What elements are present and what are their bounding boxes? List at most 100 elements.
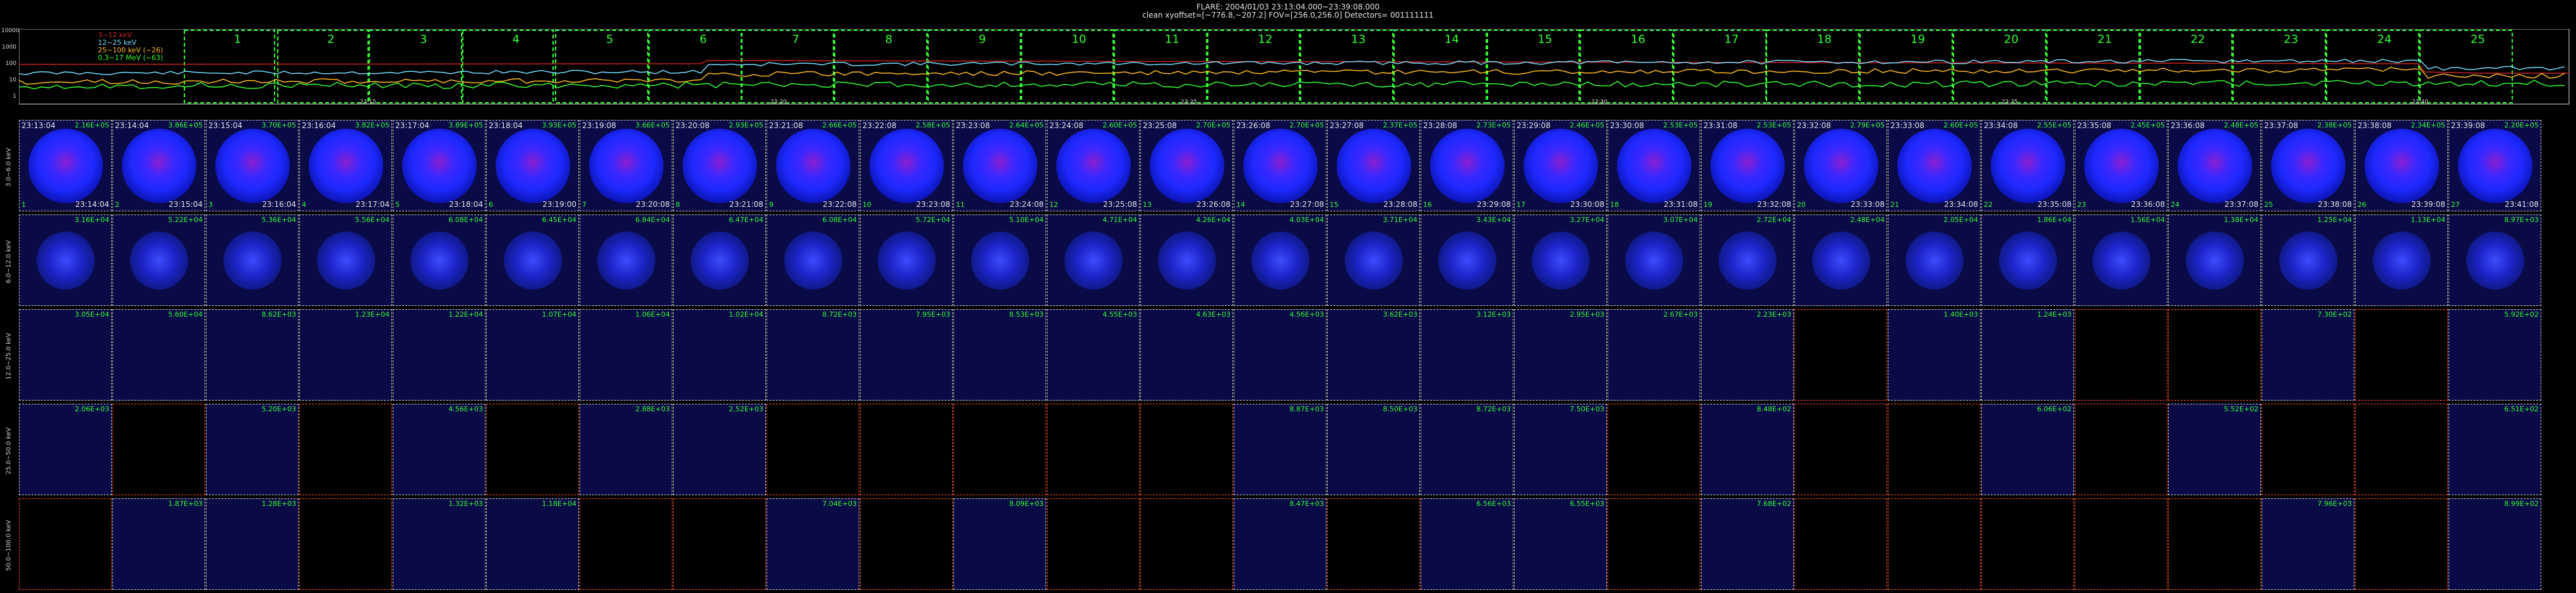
image-cell[interactable]: 8.53E+03	[953, 309, 1046, 401]
image-cell[interactable]: 7.96E+03	[2262, 498, 2354, 590]
image-cell[interactable]: 6.51E+02	[2448, 404, 2541, 495]
image-cell[interactable]: 8.50E+03	[1327, 404, 1420, 495]
image-cell[interactable]	[1981, 498, 2074, 590]
image-cell[interactable]: 23:32:08 23:33:08 20 2.79E+05	[1794, 120, 1887, 211]
image-cell[interactable]: 5.60E+04	[112, 309, 205, 401]
image-cell[interactable]: 8.48E+02	[1701, 404, 1794, 495]
image-cell[interactable]	[1888, 404, 1981, 495]
image-cell[interactable]: 5.92E+02	[2448, 309, 2541, 401]
image-cell[interactable]: 1.86E+04	[1981, 214, 2074, 306]
image-cell[interactable]: 23:38:08 23:39:08 26 2.34E+05	[2355, 120, 2448, 211]
image-cell[interactable]: 1.18E+04	[486, 498, 579, 590]
image-cell[interactable]: 1.32E+03	[393, 498, 486, 590]
image-cell[interactable]: 23:28:08 23:29:08 16 2.73E+05	[1421, 120, 1513, 211]
image-cell[interactable]: 23:22:08 23:23:08 10 2.58E+05	[860, 120, 953, 211]
image-cell[interactable]: 2.95E+03	[1514, 309, 1607, 401]
image-cell[interactable]: 23:26:08 23:27:08 14 2.70E+05	[1234, 120, 1327, 211]
image-cell[interactable]: 1.02E+04	[673, 309, 766, 401]
image-cell[interactable]	[1607, 404, 1700, 495]
image-cell[interactable]: 4.03E+04	[1234, 214, 1327, 306]
image-cell[interactable]: 5.52E+02	[2168, 404, 2261, 495]
image-cell[interactable]: 1.87E+03	[112, 498, 205, 590]
image-cell[interactable]	[2355, 404, 2448, 495]
image-cell[interactable]: 2.48E+04	[1794, 214, 1887, 306]
image-cell[interactable]: 1.13E+04	[2355, 214, 2448, 306]
image-cell[interactable]: 5.72E+04	[860, 214, 953, 306]
image-cell[interactable]: 5.10E+04	[953, 214, 1046, 306]
image-cell[interactable]: 2.67E+03	[1607, 309, 1700, 401]
image-cell[interactable]	[2168, 498, 2261, 590]
image-cell[interactable]: 6.47E+04	[673, 214, 766, 306]
image-cell[interactable]	[673, 498, 766, 590]
image-cell[interactable]: 23:37:08 23:38:08 25 2.38E+05	[2262, 120, 2354, 211]
image-cell[interactable]: 4.55E+03	[1047, 309, 1140, 401]
image-cell[interactable]	[2075, 498, 2168, 590]
image-cell[interactable]: 7.30E+02	[2262, 309, 2354, 401]
image-cell[interactable]: 6.84E+04	[580, 214, 672, 306]
image-cell[interactable]: 23:27:08 23:28:08 15 2.37E+05	[1327, 120, 1420, 211]
image-cell[interactable]: 6.56E+03	[1421, 498, 1513, 590]
image-cell[interactable]: 8.47E+03	[1234, 498, 1327, 590]
image-cell[interactable]: 23:17:04 23:18:04 5 3.89E+05	[393, 120, 486, 211]
image-cell[interactable]: 1.22E+04	[393, 309, 486, 401]
image-cell[interactable]: 23:33:08 23:34:08 21 2.60E+05	[1888, 120, 1981, 211]
image-cell[interactable]: 23:20:08 23:21:08 8 2.93E+05	[673, 120, 766, 211]
image-cell[interactable]: 4.56E+03	[1234, 309, 1327, 401]
image-cell[interactable]	[299, 498, 392, 590]
image-cell[interactable]	[1888, 498, 1981, 590]
image-cell[interactable]: 2.05E+04	[1888, 214, 1981, 306]
image-cell[interactable]	[299, 404, 392, 495]
image-cell[interactable]: 4.56E+03	[393, 404, 486, 495]
image-cell[interactable]: 5.20E+03	[206, 404, 299, 495]
image-cell[interactable]: 23:39:08 23:41:08 27 2.20E+05	[2448, 120, 2541, 211]
image-cell[interactable]: 5.36E+04	[206, 214, 299, 306]
image-cell[interactable]	[1794, 404, 1887, 495]
image-cell[interactable]: 23:34:08 23:35:08 22 2.55E+05	[1981, 120, 2074, 211]
image-cell[interactable]: 1.23E+04	[299, 309, 392, 401]
image-cell[interactable]: 23:36:08 23:37:08 24 2.48E+05	[2168, 120, 2261, 211]
image-cell[interactable]: 2.72E+04	[1701, 214, 1794, 306]
image-cell[interactable]	[1140, 404, 1233, 495]
image-cell[interactable]: 4.71E+04	[1047, 214, 1140, 306]
image-cell[interactable]: 8.62E+03	[206, 309, 299, 401]
image-cell[interactable]	[1794, 309, 1887, 401]
image-cell[interactable]: 7.50E+03	[1514, 404, 1607, 495]
image-cell[interactable]: 6.45E+04	[486, 214, 579, 306]
image-cell[interactable]: 7.04E+03	[766, 498, 859, 590]
image-cell[interactable]: 1.56E+04	[2075, 214, 2168, 306]
image-cell[interactable]: 1.38E+04	[2168, 214, 2261, 306]
image-cell[interactable]: 8.99E+02	[2448, 498, 2541, 590]
image-cell[interactable]: 5.22E+04	[112, 214, 205, 306]
image-cell[interactable]: 23:14:04 23:15:04 2 3.86E+05	[112, 120, 205, 211]
image-cell[interactable]: 4.26E+04	[1140, 214, 1233, 306]
image-cell[interactable]	[2355, 498, 2448, 590]
image-cell[interactable]: 1.40E+03	[1888, 309, 1981, 401]
image-cell[interactable]: 7.95E+03	[860, 309, 953, 401]
image-cell[interactable]: 23:29:08 23:30:08 17 2.46E+05	[1514, 120, 1607, 211]
image-cell[interactable]: 6.06E+02	[1981, 404, 2074, 495]
image-cell[interactable]: 23:18:04 23:19:00 6 3.93E+05	[486, 120, 579, 211]
image-cell[interactable]: 8.87E+03	[1234, 404, 1327, 495]
image-cell[interactable]	[1047, 404, 1140, 495]
image-cell[interactable]	[1047, 498, 1140, 590]
image-cell[interactable]: 6.55E+03	[1514, 498, 1607, 590]
image-cell[interactable]: 23:23:08 23:24:08 11 2.64E+05	[953, 120, 1046, 211]
image-cell[interactable]: 23:16:04 23:17:04 4 3.82E+05	[299, 120, 392, 211]
image-cell[interactable]: 23:30:08 23:31:08 18 2.53E+05	[1607, 120, 1700, 211]
image-cell[interactable]: 3.05E+04	[19, 309, 112, 401]
image-cell[interactable]: 3.27E+04	[1514, 214, 1607, 306]
image-cell[interactable]: 1.06E+04	[580, 309, 672, 401]
image-cell[interactable]: 23:25:08 23:26:08 13 2.70E+05	[1140, 120, 1233, 211]
image-cell[interactable]: 3.16E+04	[19, 214, 112, 306]
image-cell[interactable]	[486, 404, 579, 495]
image-cell[interactable]	[1140, 498, 1233, 590]
image-cell[interactable]: 4.63E+03	[1140, 309, 1233, 401]
image-cell[interactable]	[1794, 498, 1887, 590]
image-cell[interactable]	[2075, 309, 2168, 401]
image-cell[interactable]	[112, 404, 205, 495]
image-cell[interactable]: 23:19:08 23:20:08 7 3.66E+05	[580, 120, 672, 211]
image-cell[interactable]	[953, 404, 1046, 495]
image-cell[interactable]: 8.97E+03	[2448, 214, 2541, 306]
image-cell[interactable]: 2.52E+03	[673, 404, 766, 495]
image-cell[interactable]: 3.12E+03	[1421, 309, 1513, 401]
